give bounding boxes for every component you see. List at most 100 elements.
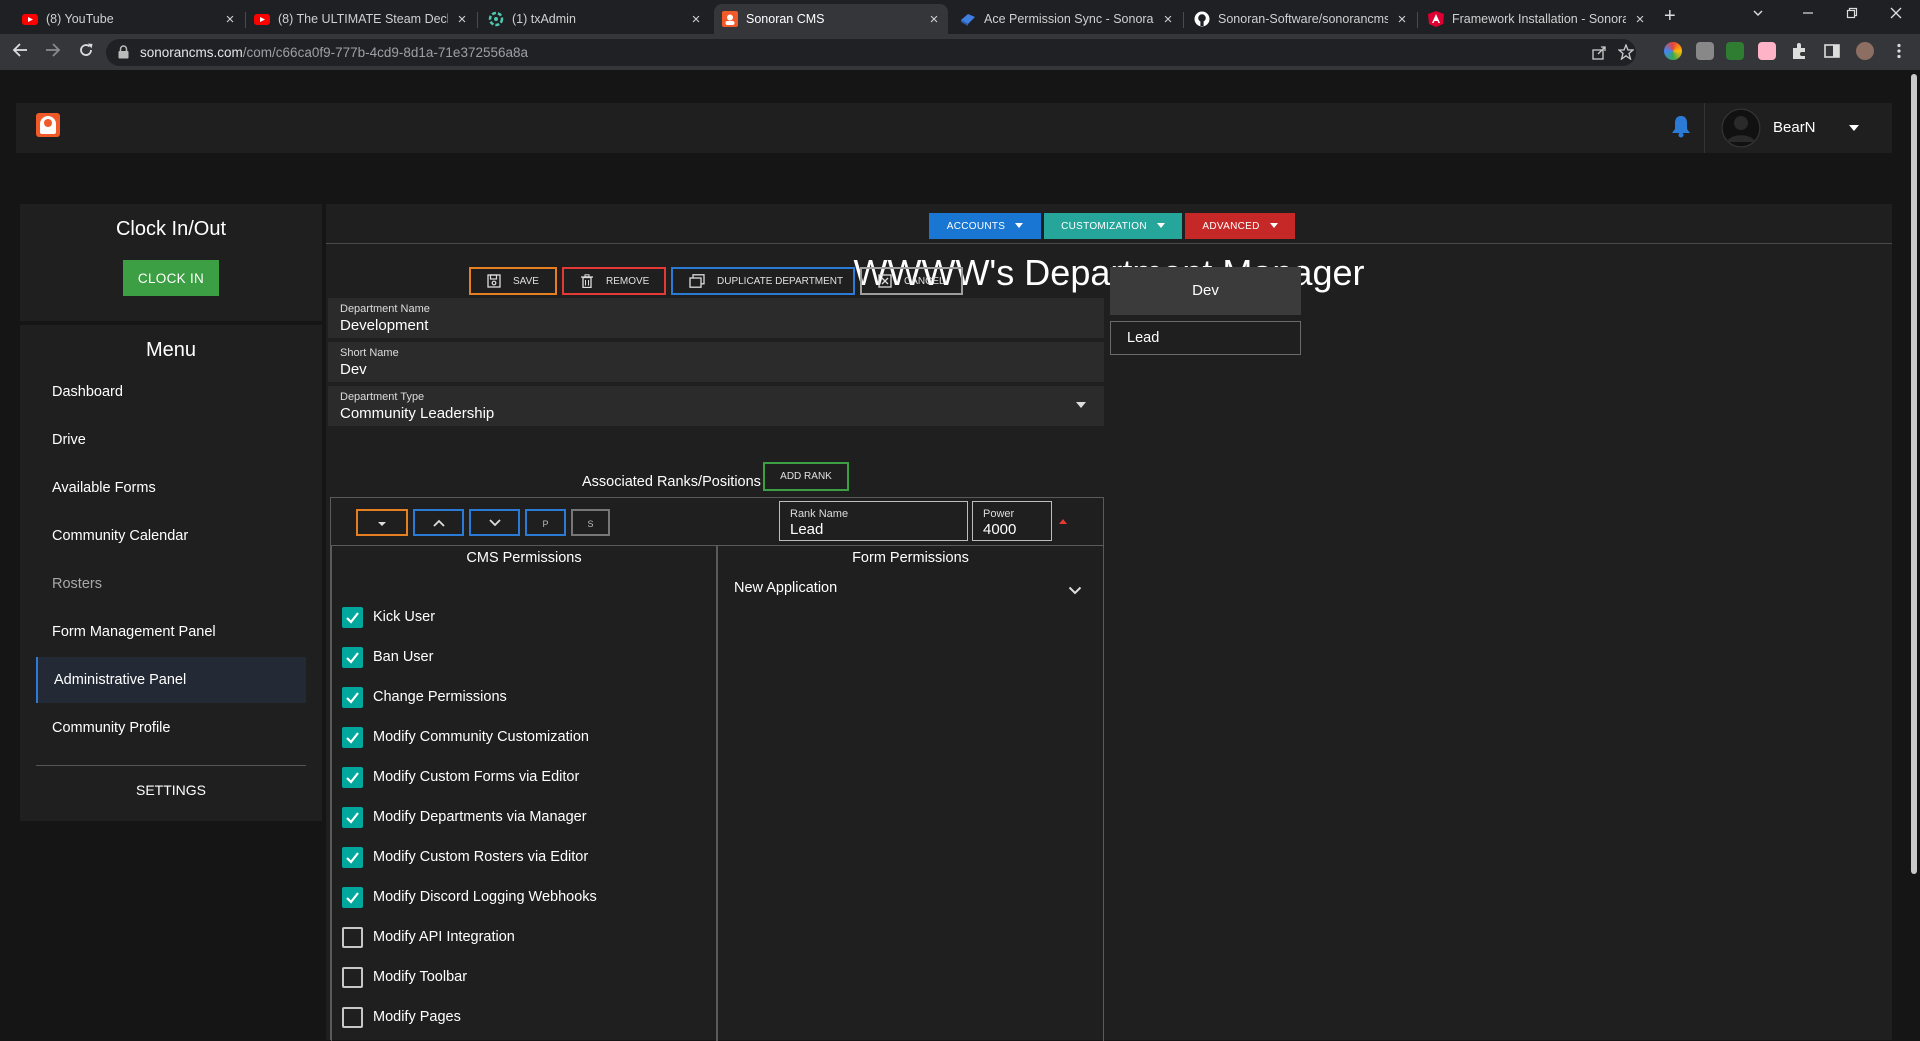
move-rank-up-button[interactable]	[413, 509, 464, 536]
sidebar-item-rosters[interactable]: Rosters	[36, 561, 306, 607]
checkbox-checked-icon[interactable]	[342, 806, 363, 828]
close-tab-icon[interactable]: ×	[1160, 11, 1176, 28]
share-icon[interactable]	[1592, 45, 1607, 65]
sidebar-item-drive[interactable]: Drive	[36, 417, 306, 463]
permission-item[interactable]: Modify Custom Forms via Editor	[342, 766, 579, 788]
color-extension-icon[interactable]	[1664, 42, 1682, 60]
checkbox-unchecked-icon[interactable]	[342, 926, 363, 948]
sidebar-item-administrative-panel[interactable]: Administrative Panel	[36, 657, 306, 703]
permission-item[interactable]: Modify Community Customization	[342, 726, 589, 748]
browser-tab[interactable]: Framework Installation - Sonora ×	[1420, 4, 1654, 34]
checkbox-checked-icon[interactable]	[342, 726, 363, 748]
browser-tab[interactable]: (8) YouTube ×	[14, 4, 244, 34]
user-avatar[interactable]	[1721, 108, 1761, 148]
checkbox-checked-icon[interactable]	[342, 646, 363, 668]
permission-item[interactable]: Kick User	[342, 606, 435, 628]
scrollbar-thumb[interactable]	[1911, 74, 1917, 874]
browser-tab-active[interactable]: Sonoran CMS ×	[714, 4, 948, 34]
close-tab-icon[interactable]: ×	[454, 11, 470, 28]
dropdown-caret-icon[interactable]	[1076, 402, 1086, 408]
browser-tab[interactable]: (1) txAdmin ×	[480, 4, 710, 34]
k-extension-icon[interactable]	[1696, 42, 1714, 60]
primary-rank-button[interactable]: P	[525, 509, 566, 536]
save-button[interactable]: SAVE	[469, 267, 557, 295]
permission-item[interactable]: Modify Toolbar	[342, 966, 467, 988]
back-icon[interactable]	[12, 42, 28, 63]
klarna-extension-icon[interactable]	[1758, 42, 1776, 60]
move-rank-down-button[interactable]	[469, 509, 520, 536]
permission-item[interactable]: Modify Pages	[342, 1006, 461, 1028]
reload-icon[interactable]	[78, 42, 94, 63]
short-name-value[interactable]: Dev	[340, 361, 367, 378]
rank-name-value[interactable]: Lead	[790, 521, 823, 538]
username[interactable]: BearN	[1773, 119, 1816, 136]
close-tab-icon[interactable]: ×	[1632, 11, 1648, 28]
calendar-extension-icon[interactable]	[1726, 42, 1744, 60]
department-type-value[interactable]: Community Leadership	[340, 405, 494, 422]
new-tab-icon[interactable]: +	[1664, 5, 1676, 28]
profile-avatar-icon[interactable]	[1856, 42, 1874, 60]
close-window-icon[interactable]	[1890, 6, 1902, 22]
checkbox-checked-icon[interactable]	[342, 686, 363, 708]
customization-menu-button[interactable]: CUSTOMIZATION	[1044, 213, 1182, 239]
sort-indicator-icon[interactable]	[1059, 519, 1067, 524]
department-list-item[interactable]: Dev	[1110, 267, 1301, 315]
browser-tab[interactable]: Ace Permission Sync - Sonoran ( ×	[952, 4, 1182, 34]
close-tab-icon[interactable]: ×	[1394, 11, 1410, 28]
power-value[interactable]: 4000	[983, 521, 1016, 538]
tab-search-icon[interactable]	[1752, 6, 1764, 22]
checkbox-unchecked-icon[interactable]	[342, 966, 363, 988]
puzzle-extensions-icon[interactable]	[1790, 42, 1808, 60]
short-name-field[interactable]: Short Name Dev	[328, 342, 1104, 382]
chevron-down-icon[interactable]	[1068, 582, 1082, 600]
checkbox-checked-icon[interactable]	[342, 766, 363, 788]
collapse-rank-button[interactable]	[356, 509, 408, 536]
clock-in-button[interactable]: CLOCK IN	[123, 260, 219, 296]
bell-icon[interactable]	[1670, 114, 1692, 138]
side-panel-icon[interactable]	[1823, 42, 1841, 60]
department-type-select[interactable]: Department Type Community Leadership	[328, 386, 1104, 426]
browser-tab[interactable]: (8) The ULTIMATE Steam Deck - ×	[246, 4, 476, 34]
close-tab-icon[interactable]: ×	[926, 11, 942, 28]
lock-icon[interactable]	[118, 45, 129, 59]
department-name-value[interactable]: Development	[340, 317, 428, 334]
forward-icon[interactable]	[45, 42, 61, 63]
power-input[interactable]: Power 4000	[972, 501, 1052, 541]
duplicate-department-button[interactable]: DUPLICATE DEPARTMENT	[671, 267, 855, 295]
checkbox-checked-icon[interactable]	[342, 846, 363, 868]
permission-item[interactable]: Modify Custom Rosters via Editor	[342, 846, 588, 868]
permission-item[interactable]: Change Permissions	[342, 686, 507, 708]
department-name-field[interactable]: Department Name Development	[328, 298, 1104, 338]
bookmark-star-icon[interactable]	[1617, 43, 1635, 65]
permission-item[interactable]: Modify Discord Logging Webhooks	[342, 886, 597, 908]
user-menu-caret-icon[interactable]	[1849, 125, 1859, 131]
advanced-menu-button[interactable]: ADVANCED	[1185, 213, 1295, 239]
rank-list-item[interactable]: Lead	[1110, 321, 1301, 355]
minimize-icon[interactable]	[1802, 6, 1814, 22]
accounts-menu-button[interactable]: ACCOUNTS	[929, 213, 1041, 239]
checkbox-checked-icon[interactable]	[342, 886, 363, 908]
restore-icon[interactable]	[1846, 6, 1858, 22]
add-rank-button[interactable]: ADD RANK	[763, 462, 849, 491]
sonoran-logo-icon[interactable]	[36, 113, 60, 137]
browser-tab[interactable]: Sonoran-Software/sonorancms_ ×	[1186, 4, 1416, 34]
sidebar-item-community-profile[interactable]: Community Profile	[36, 705, 306, 751]
close-tab-icon[interactable]: ×	[688, 11, 704, 28]
cancel-button[interactable]: CANCEL	[860, 267, 963, 295]
sidebar-item-form-management-panel[interactable]: Form Management Panel	[36, 609, 306, 655]
permission-item[interactable]: Modify Departments via Manager	[342, 806, 587, 828]
sidebar-item-dashboard[interactable]: Dashboard	[36, 369, 306, 415]
checkbox-checked-icon[interactable]	[342, 606, 363, 628]
permission-item[interactable]: Ban User	[342, 646, 433, 668]
sidebar-item-available-forms[interactable]: Available Forms	[36, 465, 306, 511]
close-tab-icon[interactable]: ×	[222, 11, 238, 28]
permission-item[interactable]: Modify API Integration	[342, 926, 515, 948]
settings-link[interactable]: SETTINGS	[20, 782, 322, 798]
secondary-rank-button[interactable]: S	[571, 509, 610, 536]
checkbox-unchecked-icon[interactable]	[342, 1006, 363, 1028]
page-scrollbar[interactable]	[1908, 70, 1920, 1040]
rank-name-input[interactable]: Rank Name Lead	[779, 501, 968, 541]
address-bar[interactable]: sonorancms.com/com/c66ca0f9-777b-4cd9-8d…	[106, 39, 1636, 66]
remove-button[interactable]: REMOVE	[562, 267, 666, 295]
kebab-menu-icon[interactable]	[1890, 42, 1908, 60]
